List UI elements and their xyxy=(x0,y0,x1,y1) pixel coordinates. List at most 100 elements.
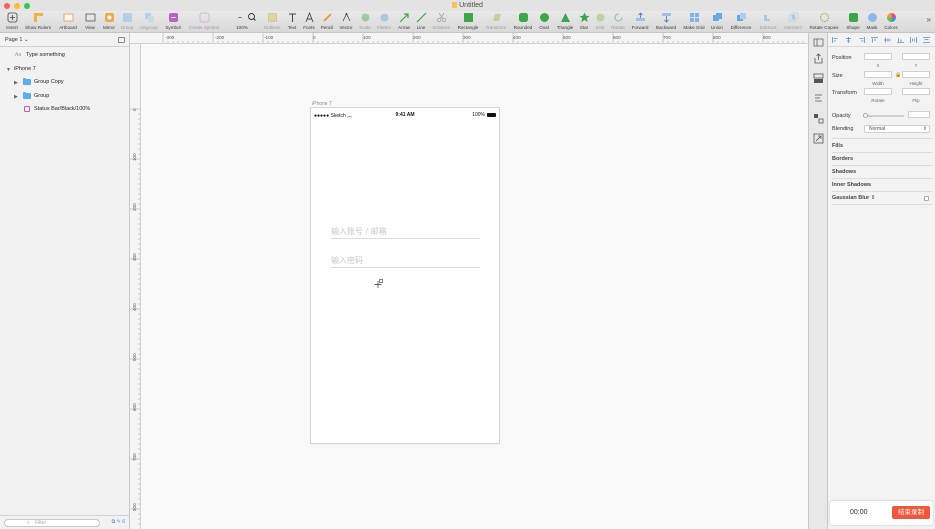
artboard-button[interactable]: Artboard xyxy=(57,12,79,30)
insert-button[interactable]: Insert xyxy=(4,12,20,30)
align-bottom-icon[interactable] xyxy=(897,37,904,43)
panel-toggle-icon[interactable] xyxy=(813,37,824,48)
layer-text[interactable]: Aa Type something xyxy=(0,49,130,62)
position-x-field[interactable] xyxy=(864,53,892,60)
section-divider xyxy=(832,204,932,205)
backward-button[interactable]: Backward xyxy=(653,12,679,30)
rounded-button[interactable]: Rounded xyxy=(512,12,534,30)
subtract-button[interactable]: Subtract xyxy=(757,12,779,30)
vertical-ruler[interactable]: 0 100 200 300 400 500 600 700 800 xyxy=(130,44,141,529)
mask-button[interactable]: Mask xyxy=(864,12,880,30)
difference-icon xyxy=(736,13,746,21)
flip-buttons[interactable] xyxy=(902,88,930,95)
toggle-pages-icon[interactable] xyxy=(118,37,125,43)
shape-button[interactable]: Shape xyxy=(844,12,862,30)
width-field[interactable] xyxy=(864,71,892,78)
arrow-button[interactable]: Arrow xyxy=(396,12,412,30)
outlines-icon xyxy=(267,13,277,22)
layer-group[interactable]: ▶ Group xyxy=(0,90,130,103)
ungroup-button[interactable]: Ungroup xyxy=(137,12,161,30)
zoom-control[interactable]: 100% xyxy=(227,12,257,30)
make-grid-button[interactable]: Make Grid xyxy=(681,12,707,30)
outlines-button[interactable]: Outlines xyxy=(261,12,283,30)
align-left-icon[interactable] xyxy=(832,37,839,43)
rotate-button[interactable]: Rotate xyxy=(609,12,627,30)
disclosure-open-icon[interactable]: ▼ xyxy=(6,67,11,73)
align-center-icon[interactable] xyxy=(845,37,852,43)
star-button[interactable]: Star xyxy=(577,12,591,30)
rotate-copies-icon xyxy=(819,12,829,23)
symbol-instance-icon xyxy=(24,106,30,112)
subtract-icon xyxy=(763,13,773,21)
artboard-name-label[interactable]: iPhone 7 xyxy=(312,101,332,107)
distribute-horizontal-icon[interactable] xyxy=(910,37,917,43)
artboard-icon xyxy=(63,13,73,22)
edit-button[interactable]: Edit xyxy=(593,12,607,30)
gaussian-blur-checkbox[interactable] xyxy=(924,196,929,201)
create-symbol-button[interactable]: Create Symbol xyxy=(186,12,222,30)
scissors-button[interactable]: Scissors xyxy=(430,12,452,30)
layer-style-icon[interactable] xyxy=(813,73,824,84)
view-button[interactable]: View xyxy=(81,12,99,30)
blending-select[interactable]: Normal ⇕ xyxy=(864,125,930,133)
shadows-section[interactable]: Shadows xyxy=(832,169,856,175)
fills-section[interactable]: Fills xyxy=(832,143,843,149)
gaussian-blur-section[interactable]: Gaussian Blur ⇕ xyxy=(832,195,875,201)
line-button[interactable]: Line xyxy=(414,12,428,30)
borders-section[interactable]: Borders xyxy=(832,156,853,162)
password-input[interactable] xyxy=(331,254,480,266)
artboard-iphone-7[interactable]: ●●●●● Sketch ︵ 9:41 AM 100% xyxy=(311,108,499,443)
pencil-button[interactable]: Pencil xyxy=(319,12,335,30)
align-top-icon[interactable] xyxy=(871,37,878,43)
height-field[interactable] xyxy=(902,71,930,78)
text-tool-button[interactable]: Text xyxy=(285,12,299,30)
symbol-button[interactable]: Symbol xyxy=(163,12,183,30)
flatten-button[interactable]: Flatten xyxy=(375,12,393,30)
stop-recording-button[interactable]: 结束录制 xyxy=(892,506,930,519)
align-middle-icon[interactable] xyxy=(884,37,891,43)
union-button[interactable]: Union xyxy=(709,12,725,30)
inspector-tab-column xyxy=(808,33,828,529)
rotate-field[interactable] xyxy=(864,88,892,95)
show-rulers-button[interactable]: Show Rulers xyxy=(22,12,54,30)
oval-button[interactable]: Oval xyxy=(536,12,552,30)
scale-button[interactable]: Scale xyxy=(357,12,373,30)
layer-filter-input[interactable]: ⌕ Filter xyxy=(4,519,100,527)
opacity-slider-knob[interactable] xyxy=(863,113,868,118)
group-button[interactable]: Group xyxy=(119,12,135,30)
mirror-button[interactable]: Mirror xyxy=(101,12,117,30)
color-wheel-icon xyxy=(886,13,896,22)
fonts-button[interactable]: Fonts xyxy=(301,12,317,30)
export-icon[interactable] xyxy=(813,53,824,64)
triangle-button[interactable]: Triangle xyxy=(554,12,576,30)
symbols-panel-icon[interactable] xyxy=(813,113,824,124)
page-selector[interactable]: Page 1 ⌄ xyxy=(5,37,29,43)
account-input[interactable] xyxy=(331,225,480,237)
vector-button[interactable]: Vector xyxy=(337,12,355,30)
disclosure-closed-icon[interactable]: ▶ xyxy=(14,94,18,100)
forward-button[interactable]: Forward xyxy=(629,12,651,30)
intersect-button[interactable]: Intersect xyxy=(781,12,805,30)
colors-button[interactable]: Colors xyxy=(882,12,900,30)
resize-icon[interactable] xyxy=(813,133,824,144)
rectangle-button[interactable]: Rectangle xyxy=(455,12,481,30)
align-right-icon[interactable] xyxy=(858,37,865,43)
lock-icon[interactable]: 🔒 xyxy=(895,72,901,78)
transform-button[interactable]: Transform xyxy=(483,12,509,30)
toolbar-overflow-icon[interactable]: » xyxy=(927,15,931,24)
disclosure-closed-icon[interactable]: ▶ xyxy=(14,80,18,86)
position-y-field[interactable] xyxy=(902,53,930,60)
layer-group-copy[interactable]: ▶ Group Copy xyxy=(0,76,130,89)
opacity-slider-track[interactable] xyxy=(864,115,904,117)
alignment-toolbar xyxy=(828,33,935,47)
difference-button[interactable]: Difference xyxy=(727,12,755,30)
text-style-icon[interactable] xyxy=(813,93,824,104)
horizontal-ruler[interactable]: -300 -200 -100 0 100 200 300 400 500 600… xyxy=(130,33,808,44)
distribute-vertical-icon[interactable] xyxy=(923,37,930,43)
filter-options-icon[interactable]: ⧉ ✎ 6 xyxy=(112,519,125,525)
rotate-copies-button[interactable]: Rotate Copies xyxy=(807,12,841,30)
opacity-field[interactable] xyxy=(908,111,930,118)
layer-status-bar[interactable]: Status Bar/Black/100% xyxy=(0,103,130,116)
layer-artboard[interactable]: ▼ iPhone 7 xyxy=(0,63,130,76)
inner-shadows-section[interactable]: Inner Shadows xyxy=(832,182,871,188)
